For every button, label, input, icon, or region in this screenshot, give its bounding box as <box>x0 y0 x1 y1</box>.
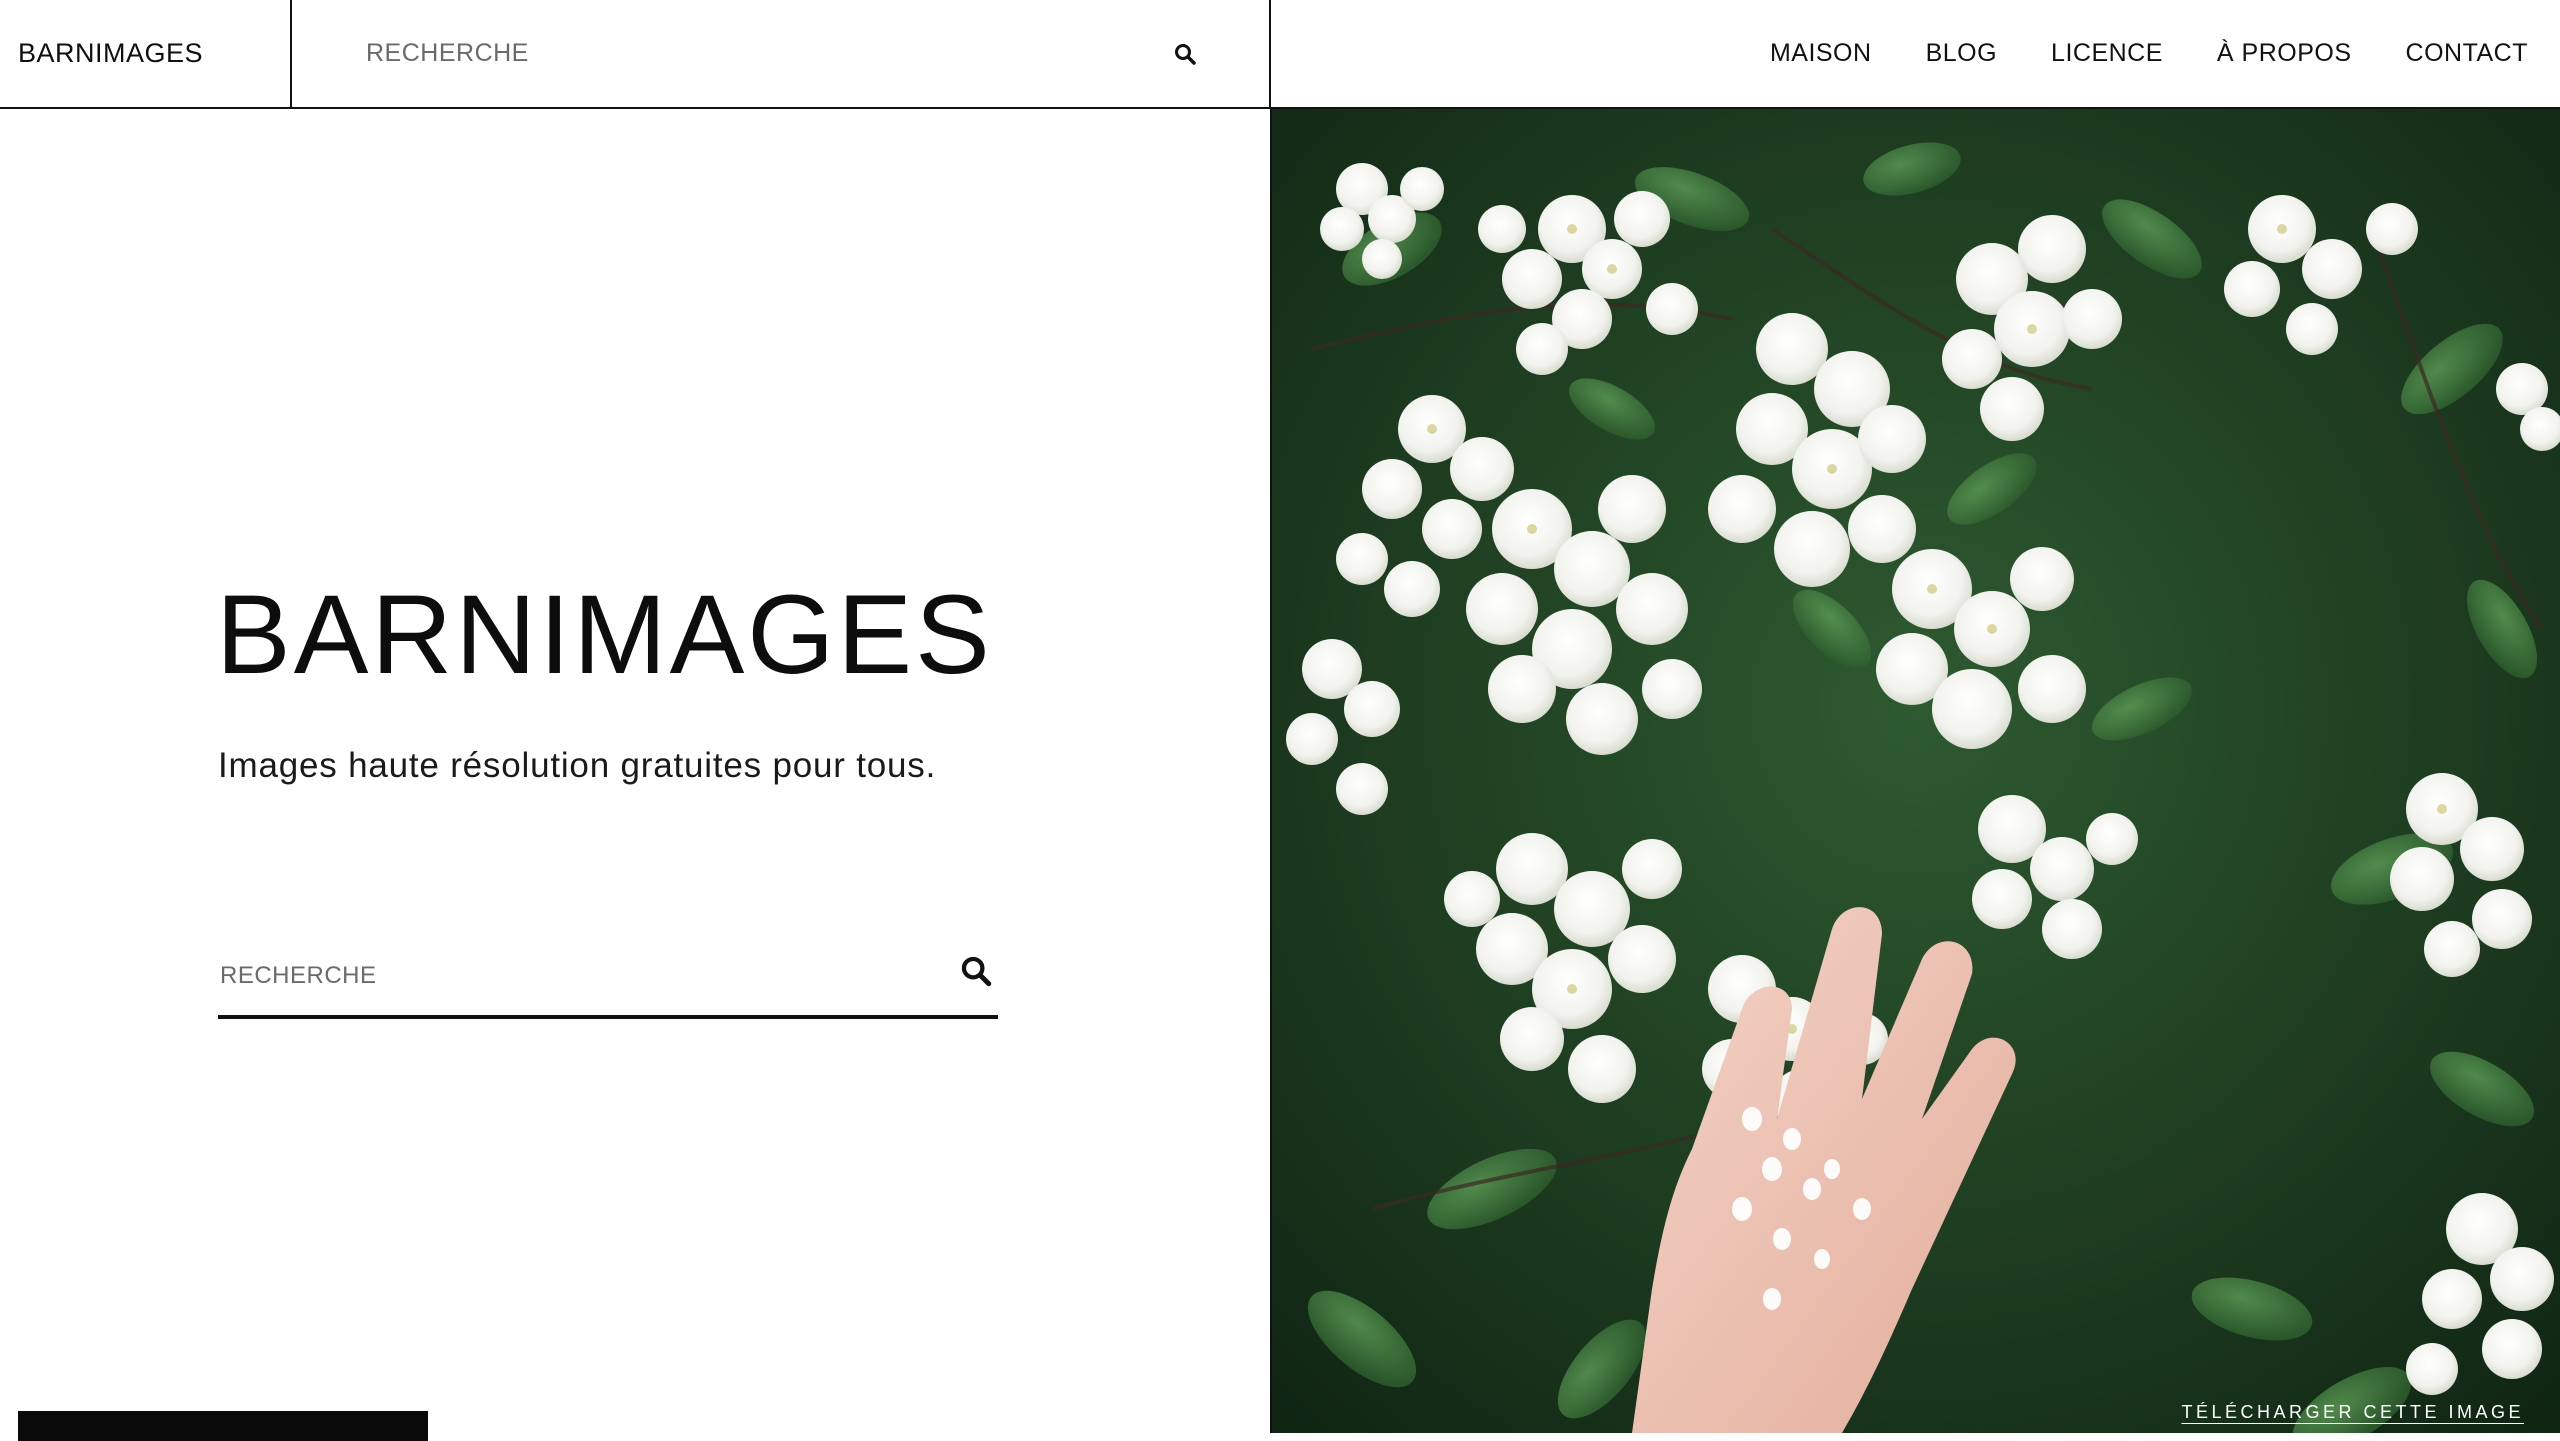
hero-search-bar <box>218 929 998 1019</box>
nav-item-contact[interactable]: CONTACT <box>2406 39 2528 68</box>
header-search-input[interactable] <box>364 28 1124 79</box>
header-search-bar <box>292 0 1271 107</box>
search-icon <box>961 956 992 987</box>
brand-logo[interactable]: BARNIMAGES <box>0 0 292 107</box>
hero-section: BARNIMAGES Images haute résolution gratu… <box>0 109 1270 1441</box>
nav-item-maison[interactable]: MAISON <box>1770 39 1872 68</box>
cookie-banner-edge <box>18 1411 428 1441</box>
nav-item-licence[interactable]: LICENCE <box>2051 39 2163 68</box>
hero-search-button[interactable] <box>954 949 998 993</box>
search-icon <box>1175 44 1196 65</box>
hero-title: BARNIMAGES <box>216 572 993 697</box>
hero-search-input[interactable] <box>218 951 898 1001</box>
nav-item-blog[interactable]: BLOG <box>1926 39 1997 68</box>
header-search-button[interactable] <box>1161 30 1209 78</box>
main-nav: MAISON BLOG LICENCE À PROPOS CONTACT <box>1716 0 2560 107</box>
hero-subtitle: Images haute résolution gratuites pour t… <box>218 746 937 785</box>
top-header: BARNIMAGES MAISON BLOG LICENCE À PROPOS … <box>0 0 2560 109</box>
nav-item-a-propos[interactable]: À PROPOS <box>2217 39 2352 68</box>
flowers-hand-photo <box>1272 109 2560 1433</box>
download-image-link[interactable]: TÉLÉCHARGER CETTE IMAGE <box>2181 1402 2524 1423</box>
hero-photo: TÉLÉCHARGER CETTE IMAGE <box>1270 109 2560 1433</box>
